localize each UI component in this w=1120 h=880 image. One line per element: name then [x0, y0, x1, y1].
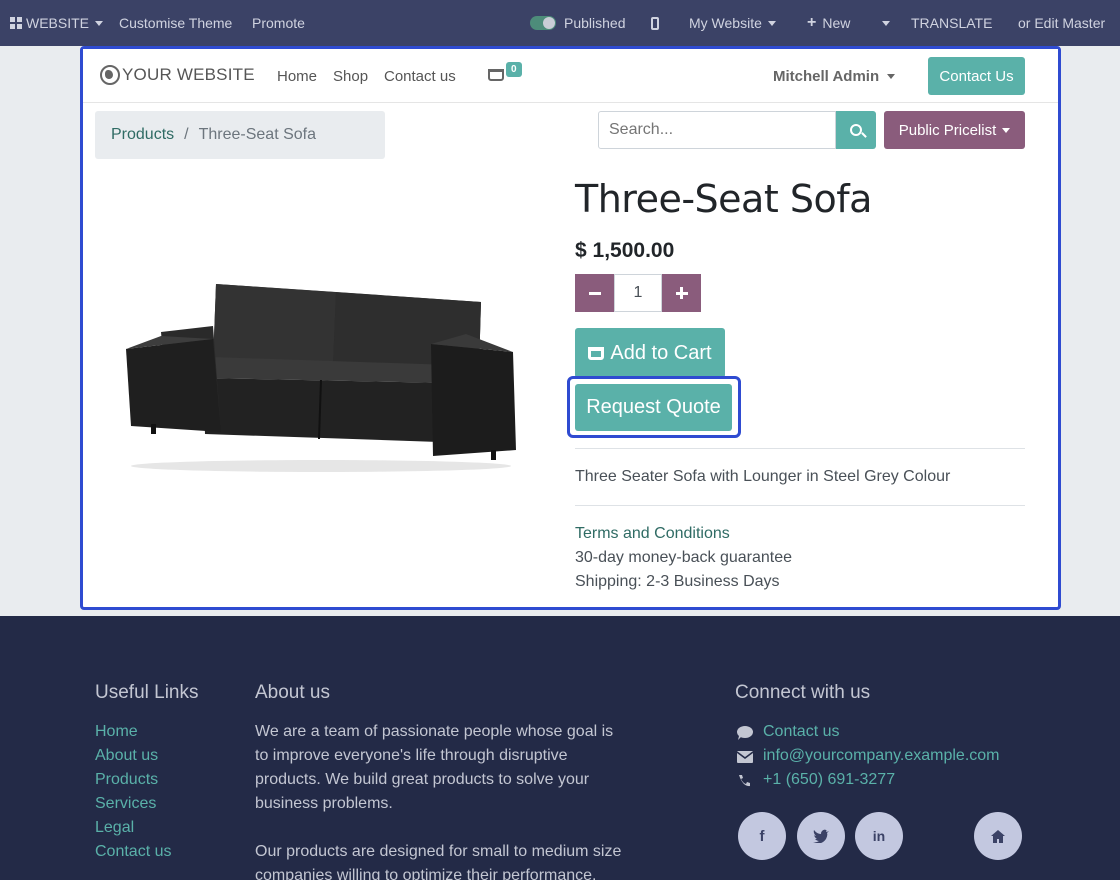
chevron-down-icon	[767, 20, 776, 26]
new-label: New	[822, 15, 851, 31]
product-price: $ 1,500.00	[575, 239, 675, 262]
terms-link[interactable]: Terms and Conditions	[575, 525, 730, 543]
mobile-preview-button[interactable]	[651, 0, 659, 46]
connect-title: Connect with us	[735, 682, 871, 703]
chevron-down-icon	[95, 20, 104, 26]
logo-text: YOUR WEBSITE	[122, 65, 255, 84]
divider	[575, 448, 1025, 449]
toggle-switch[interactable]	[530, 16, 556, 30]
footer-link-about[interactable]: About us	[95, 747, 158, 765]
product-image	[121, 274, 521, 474]
plus-icon	[675, 287, 688, 299]
admin-bar: WEBSITE Customise Theme Promote Publishe…	[0, 0, 1120, 46]
breadcrumb-separator: /	[184, 126, 189, 143]
contact-us-button[interactable]: Contact Us	[928, 57, 1025, 95]
decrease-quantity-button[interactable]	[575, 274, 614, 312]
product-title: Three-Seat Sofa	[575, 177, 872, 221]
promote-button[interactable]: Promote	[252, 0, 305, 46]
envelope-icon	[737, 751, 753, 763]
mobile-icon	[651, 16, 659, 30]
chevron-down-icon	[1002, 127, 1011, 133]
chevron-down-icon	[882, 20, 890, 26]
footer-email-link[interactable]: info@yourcompany.example.com	[763, 747, 1000, 765]
breadcrumb-products-link[interactable]: Products	[111, 126, 174, 144]
globe-icon	[100, 65, 120, 85]
published-toggle[interactable]: Published	[530, 0, 626, 46]
edit-master-link[interactable]: or Edit Master	[1018, 0, 1105, 46]
home-icon[interactable]	[974, 812, 1022, 860]
footer-link-services[interactable]: Services	[95, 795, 156, 813]
about-text-2: Our products are designed for small to m…	[255, 840, 621, 880]
divider	[575, 505, 1025, 506]
my-website-menu[interactable]: My Website	[689, 0, 776, 46]
plus-icon: +	[807, 14, 817, 31]
comment-icon	[737, 726, 753, 740]
twitter-bird-icon	[813, 829, 829, 843]
add-to-cart-label: Add to Cart	[610, 341, 712, 364]
request-quote-button[interactable]: Request Quote	[575, 384, 732, 431]
about-line: to improve everyone's life through disru…	[255, 747, 568, 764]
useful-links-title: Useful Links	[95, 682, 199, 703]
cart-count-badge: 0	[506, 62, 522, 77]
published-label: Published	[564, 15, 626, 31]
site-navbar: YOUR WEBSITE Home Shop Contact us 0 Mitc…	[83, 49, 1058, 103]
about-line: Our products are designed for small to m…	[255, 843, 622, 860]
my-website-label: My Website	[689, 15, 762, 31]
cart-icon	[588, 346, 605, 360]
search-input[interactable]	[598, 111, 836, 149]
about-title: About us	[255, 682, 330, 703]
cart-icon	[488, 69, 504, 81]
add-to-cart-button[interactable]: Add to Cart	[575, 328, 725, 378]
pricelist-dropdown[interactable]: Public Pricelist	[884, 111, 1025, 149]
search-icon	[850, 124, 862, 136]
customise-theme-button[interactable]: Customise Theme	[119, 0, 232, 46]
translate-button[interactable]: TRANSLATE	[911, 0, 992, 46]
footer-link-contact[interactable]: Contact us	[95, 843, 171, 861]
nav-contact-us[interactable]: Contact us	[384, 68, 456, 85]
house-icon	[991, 829, 1005, 843]
footer-phone-link[interactable]: +1 (650) 691-3277	[763, 771, 895, 789]
breadcrumb: Products / Three-Seat Sofa	[95, 111, 385, 159]
new-button[interactable]: + New	[807, 0, 850, 46]
linkedin-icon[interactable]: in	[855, 812, 903, 860]
extra-menu[interactable]	[876, 0, 890, 46]
breadcrumb-current: Three-Seat Sofa	[198, 126, 316, 143]
footer: Useful Links Home About us Products Serv…	[0, 616, 1120, 880]
minus-icon	[588, 291, 601, 295]
apps-icon	[10, 17, 22, 29]
quantity-stepper	[575, 274, 701, 312]
user-menu[interactable]: Mitchell Admin	[773, 68, 896, 85]
about-line: products. We build great products to sol…	[255, 771, 590, 788]
sofa-illustration	[126, 284, 516, 472]
twitter-icon[interactable]	[797, 812, 845, 860]
website-menu[interactable]: WEBSITE	[10, 0, 104, 46]
facebook-icon[interactable]: f	[738, 812, 786, 860]
footer-link-home[interactable]: Home	[95, 723, 138, 741]
nav-shop[interactable]: Shop	[333, 68, 368, 85]
website-menu-label: WEBSITE	[26, 15, 90, 31]
about-line: business problems.	[255, 795, 393, 812]
footer-contact-link[interactable]: Contact us	[763, 723, 839, 741]
about-line: We are a team of passionate people whose…	[255, 723, 614, 740]
pricelist-label: Public Pricelist	[898, 121, 997, 139]
footer-link-legal[interactable]: Legal	[95, 819, 134, 837]
search-button[interactable]	[836, 111, 876, 149]
site-logo[interactable]: YOUR WEBSITE	[100, 65, 255, 85]
product-description: Three Seater Sofa with Lounger in Steel …	[575, 468, 951, 485]
user-name: Mitchell Admin	[773, 68, 880, 85]
nav-home[interactable]: Home	[277, 68, 317, 85]
about-text: We are a team of passionate people whose…	[255, 720, 613, 816]
main-content-frame: YOUR WEBSITE Home Shop Contact us 0 Mitc…	[80, 46, 1061, 610]
guarantee-text: 30-day money-back guarantee	[575, 549, 793, 566]
quantity-input[interactable]	[614, 274, 662, 312]
cart-link[interactable]: 0	[488, 62, 522, 81]
chevron-down-icon	[887, 74, 896, 79]
shipping-text: Shipping: 2-3 Business Days	[575, 573, 780, 590]
about-line: companies willing to optimize their perf…	[255, 867, 597, 880]
phone-icon	[739, 775, 750, 787]
increase-quantity-button[interactable]	[662, 274, 701, 312]
footer-link-products[interactable]: Products	[95, 771, 158, 789]
